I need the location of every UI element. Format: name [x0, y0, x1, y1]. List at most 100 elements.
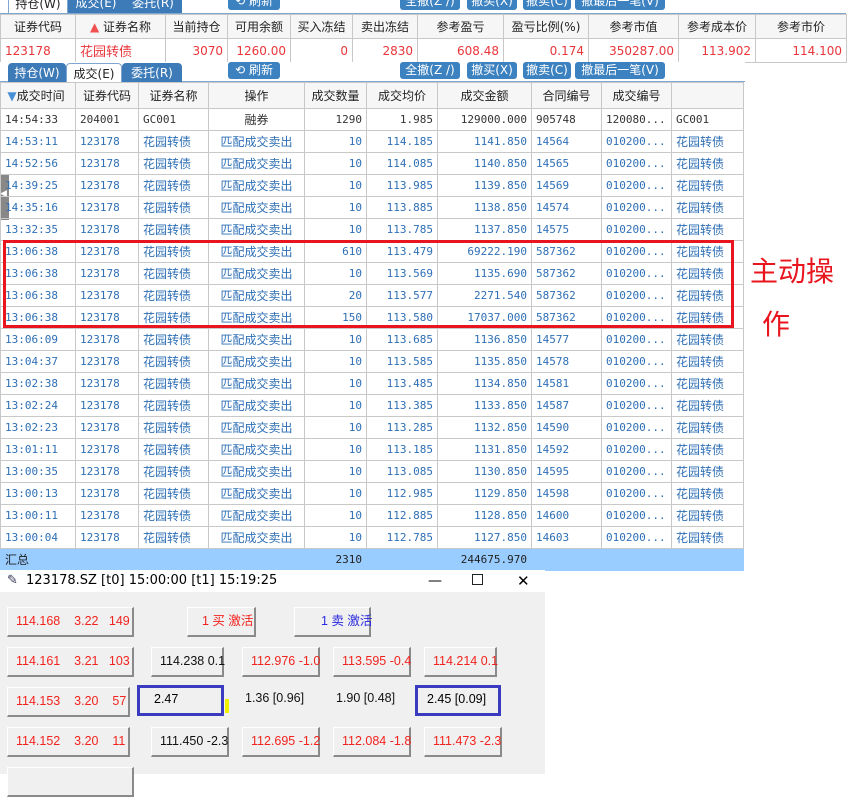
table-row[interactable]: 14:53:11 123178 花园转债 匹配成交卖出 10 114.185 1141.85… [0, 130, 744, 153]
table-row[interactable]: 13:02:24 123178 花园转债 匹配成交卖出 10 113.385 1133.85… [0, 394, 744, 417]
column-header[interactable]: 操作 [208, 82, 305, 109]
sell-activate-button[interactable]: 1 卖 激活 [294, 607, 372, 637]
tab-deals[interactable]: 成交(E) [68, 0, 124, 13]
positions-row[interactable]: 123178 花园转债 3070 1260.00 0 2830 608.48 0.174 350… [0, 38, 847, 63]
column-header[interactable]: 参考盈亏 [417, 14, 504, 39]
table-row[interactable]: 13:04:37 123178 花园转债 匹配成交卖出 10 113.585 1135.85… [0, 350, 744, 373]
cell: 13:00:11 [0, 504, 76, 527]
cell: 14598 [531, 482, 602, 505]
column-header[interactable]: 证券代码 [0, 14, 76, 39]
table-row[interactable]: 13:32:35 123178 花园转债 匹配成交卖出 10 113.785 1137.85… [0, 218, 744, 241]
yellow-marker [225, 699, 229, 713]
cell: 花园转债 [671, 394, 744, 417]
cell: 010200... [601, 196, 672, 219]
value-box: 2.47 [137, 685, 224, 716]
column-header[interactable]: 证券名称 [138, 82, 209, 109]
minimize-button[interactable]: — [428, 570, 442, 592]
price-button[interactable]: 113.595 -0.4 [333, 647, 411, 677]
level-button-3[interactable]: 114.153 3.20 57 [7, 687, 130, 717]
column-header[interactable]: 参考市价 [755, 14, 847, 39]
summary-cell: 244675.970 [437, 548, 532, 571]
tab-deals[interactable]: 成交(E) [66, 63, 122, 82]
table-row[interactable]: 13:06:09 123178 花园转债 匹配成交卖出 10 113.685 1136.85… [0, 328, 744, 351]
column-header-label: 成交均价 [377, 89, 426, 103]
column-header[interactable]: 成交编号 [601, 82, 672, 109]
tab-positions[interactable]: 持仓(W) [8, 0, 68, 13]
column-header[interactable]: 成交金额 [437, 82, 532, 109]
cancel-buy-button[interactable]: 撤买(X) [467, 62, 517, 79]
table-row[interactable]: 14:52:56 123178 花园转债 匹配成交卖出 10 114.085 1140.85… [0, 152, 744, 175]
table-row[interactable]: 14:35:16 123178 花园转债 匹配成交卖出 10 113.885 1138.85… [0, 196, 744, 219]
table-row[interactable]: 13:02:38 123178 花园转债 匹配成交卖出 10 113.485 1134.85… [0, 372, 744, 395]
column-header[interactable]: 卖出冻结 [352, 14, 418, 39]
level-button-2[interactable]: 114.161 3.21 103 [7, 647, 134, 677]
summary-cell: 汇总 [0, 548, 76, 571]
price-button[interactable]: 112.084 -1.8 [333, 727, 411, 757]
column-header[interactable]: 参考市值 [588, 14, 679, 39]
buy-activate-button[interactable]: 1 买 激活 [187, 607, 256, 637]
table-row[interactable]: 14:39:25 123178 花园转债 匹配成交卖出 10 113.985 1139.85… [0, 174, 744, 197]
column-header[interactable]: 证券代码 [75, 82, 139, 109]
cell: 0.174 [503, 38, 589, 63]
cell: 14600 [531, 504, 602, 527]
tab-positions[interactable]: 持仓(W) [8, 63, 66, 82]
value-label: 1.90 [0.48] [336, 691, 396, 705]
column-header[interactable] [671, 82, 744, 109]
cell: 1132.850 [437, 416, 532, 439]
cell: 112.985 [366, 482, 438, 505]
tab-orders[interactable]: 委托(R) [124, 0, 182, 13]
refresh-button[interactable]: ⟲ 刷新 [228, 0, 280, 10]
level-button-1[interactable]: 114.168 3.22 149 [7, 607, 134, 637]
cancel-sell-button[interactable]: 撤卖(C) [523, 62, 571, 79]
refresh-button[interactable]: ⟲ 刷新 [228, 62, 280, 79]
table-row[interactable]: 13:02:23 123178 花园转债 匹配成交卖出 10 113.285 1132.85… [0, 416, 744, 439]
close-button[interactable]: ✕ [517, 570, 530, 592]
cancel-sell-button[interactable]: 撤卖(C) [523, 0, 571, 10]
column-header[interactable]: 盈亏比例(%) [503, 14, 589, 39]
cell: 花园转债 [671, 130, 744, 153]
table-row[interactable]: 13:00:04 123178 花园转债 匹配成交卖出 10 112.785 1127.85… [0, 526, 744, 549]
cell: 123178 [0, 38, 76, 63]
column-header[interactable]: 买入冻结 [290, 14, 353, 39]
price-button[interactable]: 114.238 0.1 [151, 647, 225, 677]
cell: 010200... [601, 482, 672, 505]
cell: 融券 [208, 108, 305, 131]
column-header[interactable]: 当前持仓 [165, 14, 228, 39]
cell: 204001 [75, 108, 139, 131]
tab-orders[interactable]: 委托(R) [122, 63, 182, 82]
cell: 123178 [75, 394, 139, 417]
price-button[interactable]: 112.976 -1.0 [242, 647, 320, 677]
table-row[interactable]: 13:00:13 123178 花园转债 匹配成交卖出 10 112.985 1129.85… [0, 482, 744, 505]
column-header[interactable]: 成交均价 [366, 82, 438, 109]
table-row[interactable]: 13:01:11 123178 花园转债 匹配成交卖出 10 113.185 1131.85… [0, 438, 744, 461]
cell: 14569 [531, 174, 602, 197]
table-row[interactable]: 14:54:33 204001 GC001 融券 1290 1.985 129000.000… [0, 108, 744, 131]
table-row[interactable]: 13:00:35 123178 花园转债 匹配成交卖出 10 113.085 1130.85… [0, 460, 744, 483]
cell: 010200... [601, 526, 672, 549]
cancel-last-button[interactable]: 撤最后一笔(V) [575, 0, 665, 10]
table-row[interactable]: 13:00:11 123178 花园转债 匹配成交卖出 10 112.885 1128.85… [0, 504, 744, 527]
annotation-text-2: 作 [762, 308, 791, 341]
cell: 花园转债 [138, 328, 209, 351]
column-header[interactable]: 可用余额 [227, 14, 291, 39]
price-button[interactable]: 112.695 -1.2 [242, 727, 320, 757]
cell: 匹配成交卖出 [208, 416, 305, 439]
level-button-4[interactable]: 114.152 3.20 11 [7, 727, 130, 757]
column-header[interactable]: 成交数量 [304, 82, 367, 109]
price-button[interactable]: 114.214 0.1 [424, 647, 498, 677]
price-button[interactable]: 111.450 -2.3 [151, 727, 229, 757]
cancel-buy-button[interactable]: 撤买(X) [467, 0, 517, 10]
column-header[interactable]: ▼成交时间 [0, 82, 76, 109]
column-header[interactable]: ▲ 证券名称 [75, 14, 166, 39]
column-header[interactable]: 合同编号 [531, 82, 602, 109]
cancel-all-button[interactable]: 全撤(Z /) [400, 62, 460, 79]
cancel-all-button[interactable]: 全撤(Z /) [400, 0, 460, 10]
cancel-last-button[interactable]: 撤最后一笔(V) [575, 62, 665, 79]
price-button[interactable]: 111.473 -2.3 [424, 727, 502, 757]
level-button-5[interactable] [7, 767, 134, 797]
cell: 010200... [601, 438, 672, 461]
cell: 608.48 [417, 38, 504, 63]
column-header-label: 证券名称 [103, 20, 152, 34]
maximize-button[interactable] [472, 574, 483, 585]
column-header[interactable]: 参考成本价 [678, 14, 756, 39]
